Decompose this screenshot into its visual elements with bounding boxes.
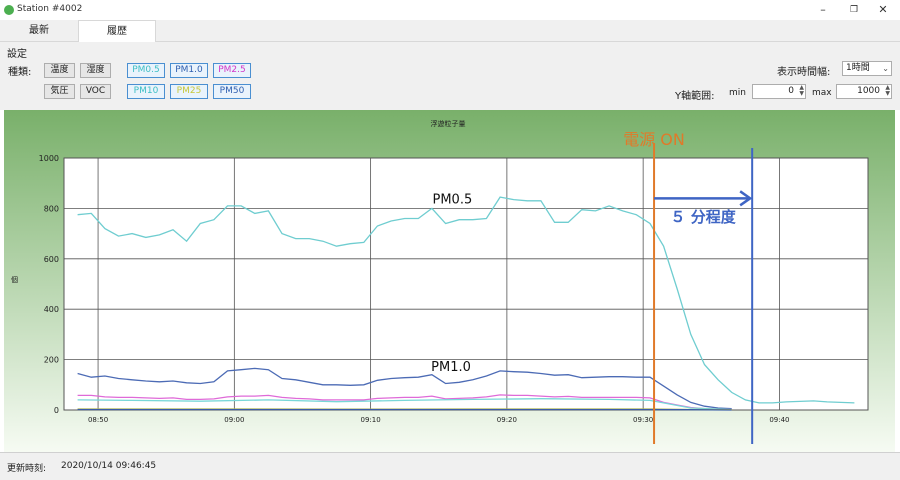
settings-panel: 設定 種類: 温度 湿度 気圧 VOC PM0.5 PM1.0 PM2.5 PM… [0,42,900,110]
y-tick-label: 400 [44,305,59,314]
app-icon [4,5,14,15]
y-tick-label: 200 [44,356,59,365]
y-tick-label: 1000 [39,154,59,163]
y-max-value: 1000 [857,86,880,96]
pm50-count-button[interactable]: PM50 [213,84,251,99]
series-label-pm05: PM0.5 [433,192,473,207]
chart-title: 浮遊粒子量 [431,119,466,128]
x-tick-label: 09:10 [361,416,381,424]
tab-latest[interactable]: 最新 [0,20,78,42]
pressure-button[interactable]: 気圧 [44,84,75,99]
title-bar: Station #4002 – ❐ ✕ [0,0,900,20]
y-tick-label: 0 [54,406,59,415]
series-line-pm50 [77,408,732,411]
settings-group-label: 設定 [7,49,27,60]
humidity-button[interactable]: 湿度 [80,63,111,78]
maximize-button[interactable]: ❐ [839,2,869,18]
minimize-button[interactable]: – [808,2,838,18]
pm10-button[interactable]: PM1.0 [170,63,208,78]
y-tick-label: 600 [44,255,59,264]
pm05-button[interactable]: PM0.5 [127,63,165,78]
type-label: 種類: [8,67,32,78]
time-range-select[interactable]: 1時間 ⌄ [842,61,892,76]
x-tick-label: 09:00 [224,416,244,424]
pm25-count-button[interactable]: PM25 [170,84,208,99]
y-max-input[interactable]: 1000 ▲ ▼ [836,84,892,99]
time-range-value: 1時間 [846,63,870,73]
chart-area: 浮遊粒子量 0 200 400 600 800 1000 08:50 09:00 09:10 0… [4,110,895,452]
update-time-value: 2020/10/14 09:46:45 [61,461,157,471]
power-on-label: 電源 ON [623,130,685,149]
tab-bar: 最新 履歴 [0,20,900,43]
chevron-down-icon: ⌄ [882,64,889,73]
y-min-value: 0 [788,86,794,96]
y-min-label: min [729,88,746,98]
x-tick-label: 09:40 [769,416,789,424]
status-bar: 更新時刻: 2020/10/14 09:46:45 [0,452,900,480]
pm25-button[interactable]: PM2.5 [213,63,251,78]
y-axis-label: 個 [11,275,18,284]
five-min-label: ５ 分程度 [670,208,736,226]
window-title: Station #4002 [17,4,83,14]
x-tick-label: 09:30 [633,416,653,424]
update-time-label: 更新時刻: [7,464,47,474]
temperature-button[interactable]: 温度 [44,63,75,78]
spinner-arrows-icon[interactable]: ▲ ▼ [796,85,804,97]
x-tick-label: 08:50 [88,416,108,424]
y-min-input[interactable]: 0 ▲ ▼ [752,84,806,99]
tab-history[interactable]: 履歴 [78,20,156,43]
series-label-pm10: PM1.0 [431,360,471,375]
spinner-arrows-icon[interactable]: ▲ ▼ [882,85,890,97]
y-tick-label: 800 [44,204,59,213]
close-button[interactable]: ✕ [868,2,898,18]
time-range-label: 表示時間幅: [777,67,831,78]
y-max-label: max [812,88,832,98]
particle-chart: 浮遊粒子量 0 200 400 600 800 1000 08:50 09:00 09:10 0… [4,110,895,452]
y-range-label: Y軸範囲: [675,91,715,102]
pm10-count-button[interactable]: PM10 [127,84,165,99]
x-tick-label: 09:20 [497,416,517,424]
voc-button[interactable]: VOC [80,84,111,99]
